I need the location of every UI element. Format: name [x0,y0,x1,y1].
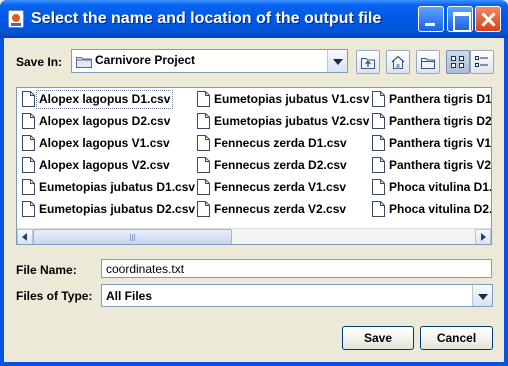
file-name: Fennecus zerda D1.csv [214,136,347,150]
file-icon [372,179,385,195]
file-icon [197,201,210,217]
file-icon [22,157,35,173]
list-view-icon [451,56,464,68]
java-app-icon [8,10,24,28]
list-view-button[interactable] [446,50,470,74]
save-button[interactable]: Save [342,326,414,350]
file-icon [197,113,210,129]
file-name: Fennecus zerda V1.csv [214,180,347,194]
file-name: Eumetopias jubatus V2.csv [214,114,370,128]
save-in-combobox[interactable]: Carnivore Project [71,49,348,73]
file-icon [22,201,35,217]
file-name: Eumetopias jubatus V1.csv [214,92,370,106]
horizontal-scrollbar[interactable] [17,228,491,244]
details-view-button[interactable] [470,50,494,74]
files-of-type-combobox[interactable]: All Files [101,284,493,307]
file-icon [372,113,385,129]
window-title: Select the name and location of the outp… [31,10,382,27]
file-name-label: File Name: [16,263,77,277]
file-name: Alopex lagopus D2.csv [39,114,171,128]
close-button[interactable] [475,6,501,32]
files-of-type-label: Files of Type: [16,289,93,303]
file-name: Fennecus zerda V2.csv [214,202,347,216]
file-icon [197,91,210,107]
file-icon [197,179,210,195]
folder-icon [76,55,92,71]
file-name-field[interactable] [101,259,492,278]
file-icon [197,135,210,151]
details-view-icon [475,56,488,67]
file-icon [197,157,210,173]
file-name: Alopex lagopus V1.csv [39,136,170,150]
chevron-down-icon[interactable] [327,50,347,72]
up-one-level-button[interactable] [356,50,380,74]
file-icon [372,157,385,173]
file-name: Panthera tigris V2. [389,158,492,172]
cancel-button[interactable]: Cancel [420,326,493,350]
up-one-level-icon [361,58,375,69]
scroll-right-button[interactable] [475,229,491,244]
new-folder-button[interactable] [416,50,440,74]
file-name: Eumetopias jubatus D2.csv [39,202,196,216]
file-icon [22,179,35,195]
file-icon [22,91,35,107]
file-name: Panthera tigris V1. [389,136,492,150]
files-of-type-value: All Files [106,289,153,303]
file-icon [22,135,35,151]
save-in-value: Carnivore Project [95,53,196,67]
file-name: Alopex lagopus D1.csv [36,90,174,109]
save-in-label: Save In: [16,55,63,69]
file-name-input[interactable] [102,260,491,277]
maximize-button[interactable] [447,6,473,32]
file-name: Fennecus zerda D2.csv [214,158,347,172]
file-icon [372,135,385,151]
chevron-down-icon[interactable] [472,285,492,306]
file-name: Panthera tigris D2. [389,114,492,128]
file-name: Alopex lagopus V2.csv [39,158,170,172]
dialog-body: Save In: Carnivore Project Alopex lagopu… [4,38,504,362]
new-folder-icon [421,58,435,69]
file-list[interactable]: Alopex lagopus D1.csv Alopex lagopus D2.… [16,87,492,245]
file-name: Phoca vitulina D1.c [389,180,492,194]
file-icon [372,201,385,217]
home-icon [391,55,405,69]
title-bar[interactable]: Select the name and location of the outp… [0,0,508,38]
scrollbar-thumb[interactable] [33,229,232,244]
file-icon [372,91,385,107]
scroll-left-button[interactable] [17,229,33,244]
minimize-button[interactable] [418,6,444,32]
file-name: Panthera tigris D1. [389,92,492,106]
home-button[interactable] [386,50,410,74]
file-name: Phoca vitulina D2.c [389,202,492,216]
file-icon [22,113,35,129]
file-name: Eumetopias jubatus D1.csv [39,180,196,194]
dialog-window: Select the name and location of the outp… [0,0,508,366]
